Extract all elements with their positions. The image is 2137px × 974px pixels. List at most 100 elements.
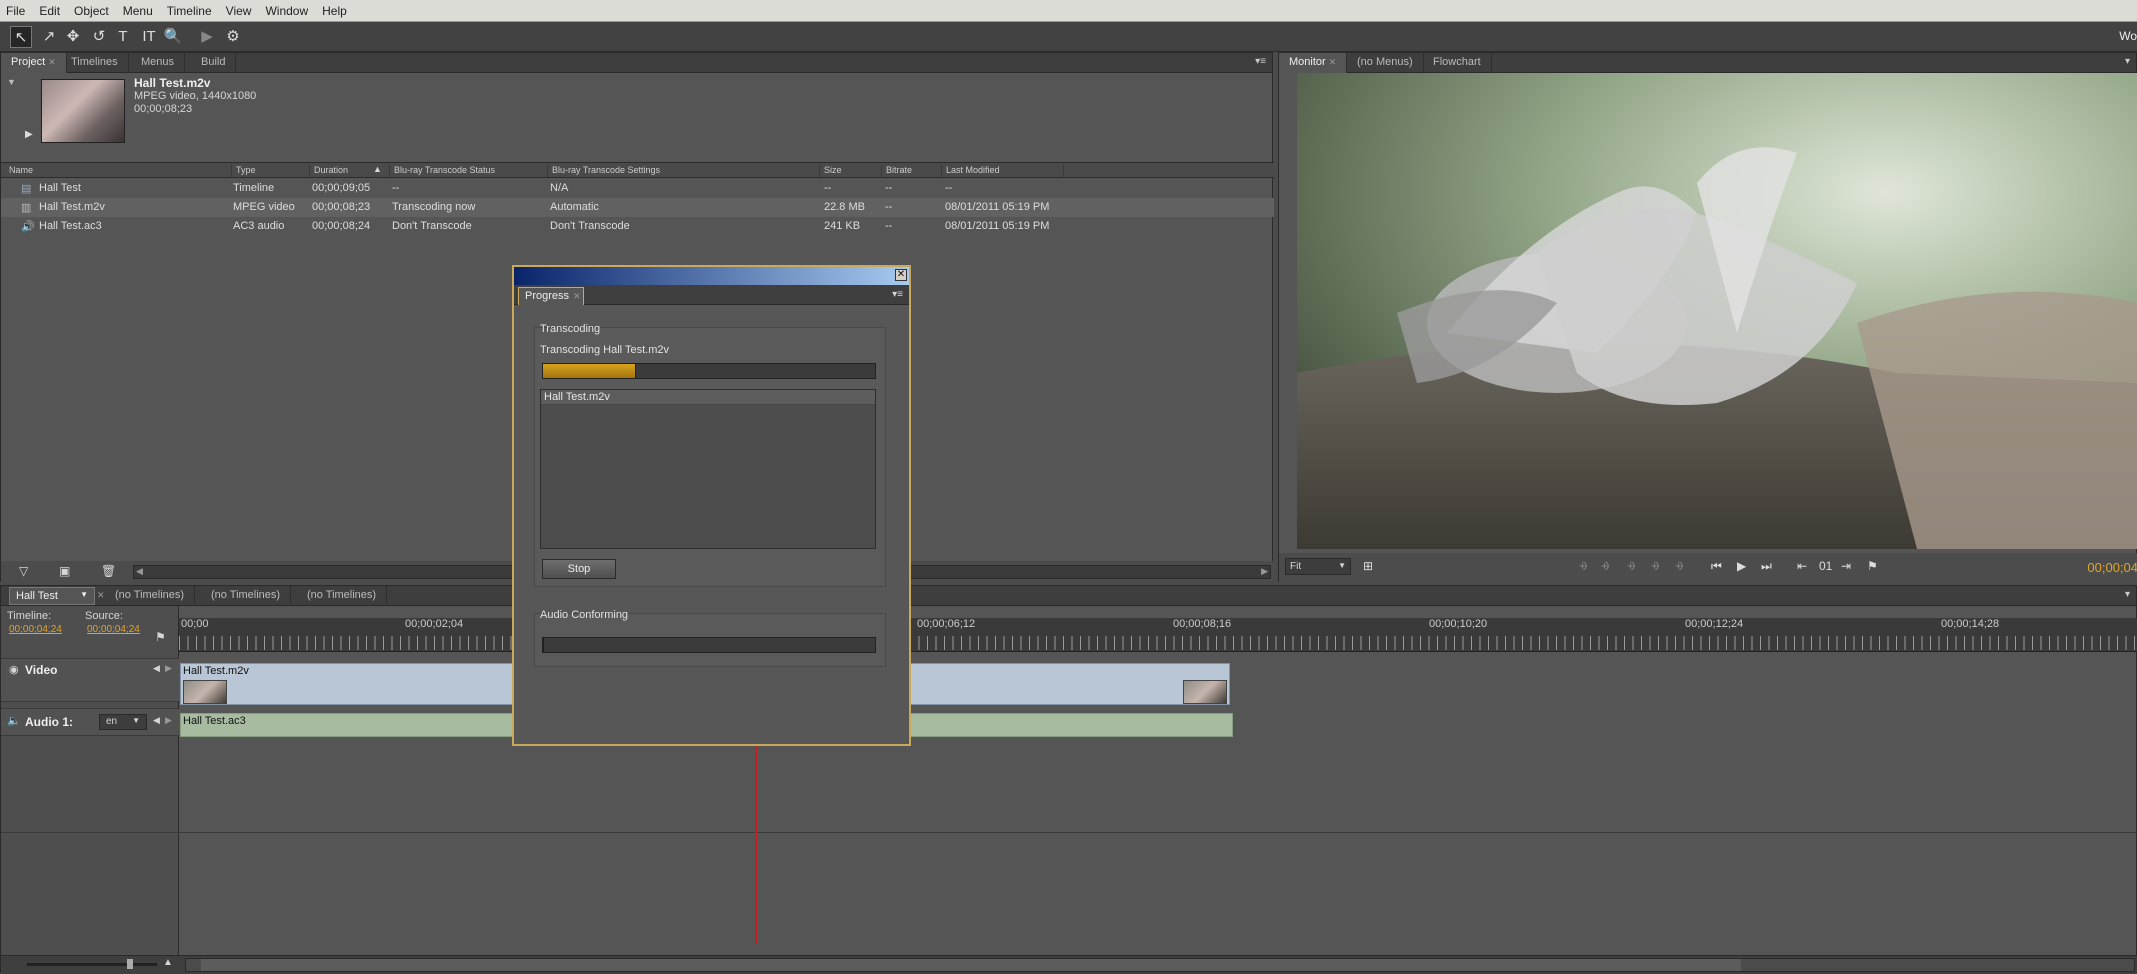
stop-button[interactable]: Stop	[542, 559, 616, 579]
tab-no-menus[interactable]: (no Menus)	[1347, 53, 1424, 73]
zoom-in-icon[interactable]: ▲	[163, 957, 173, 968]
playhead[interactable]	[755, 736, 757, 944]
timeline-icon: ▤	[21, 183, 32, 195]
progress-dialog: ✕ Progress ✕ ▾≡ Transcoding Transcoding H…	[512, 265, 911, 746]
video-clip-label: Hall Test.m2v	[183, 665, 249, 677]
menu-object[interactable]: Object	[68, 0, 117, 18]
close-icon[interactable]: ✕	[895, 269, 907, 281]
panel-menu-icon[interactable]: ▾≡	[1255, 56, 1266, 67]
menu-menu[interactable]: Menu	[117, 0, 161, 18]
monitor-timecode[interactable]: 00;00;04	[2087, 560, 2137, 575]
tab-timelines[interactable]: Timelines	[61, 53, 129, 73]
text-tool-icon[interactable]: T	[112, 26, 134, 48]
time-ruler[interactable]: 00;00 00;00;02;04 00;00;06;12 00;00;08;1…	[179, 618, 2137, 652]
zoom-tool-icon[interactable]: 🔍	[162, 26, 184, 48]
show-links-icon[interactable]: ⚙	[222, 26, 244, 48]
col-type[interactable]: Type	[231, 165, 256, 177]
tab-flowchart[interactable]: Flowchart	[1423, 53, 1492, 73]
table-row[interactable]: 🔊 Hall Test.ac3 AC3 audio 00;00;08;24 Do…	[1, 217, 1274, 236]
speaker-icon[interactable]: 🔈	[7, 714, 21, 727]
close-icon[interactable]: ✕	[1329, 57, 1337, 67]
tab-project[interactable]: Project ✕	[1, 53, 67, 73]
scroll-left-icon[interactable]: ◀	[136, 566, 143, 577]
angle-number: 01	[1819, 559, 1833, 573]
mark-in-icon[interactable]: ⨮	[1579, 559, 1587, 574]
direct-select-tool-icon[interactable]: ↗	[38, 26, 60, 48]
audio-language-select[interactable]: en ▼	[99, 714, 147, 730]
table-row[interactable]: ▥ Hall Test.m2v MPEG video 00;00;08;23 T…	[1, 198, 1274, 217]
dialog-titlebar[interactable]: ✕	[514, 267, 909, 285]
col-bitrate[interactable]: Bitrate	[881, 165, 912, 177]
timeline-scroll-thumb[interactable]	[201, 959, 1741, 971]
tab-progress[interactable]: Progress ✕	[518, 287, 584, 305]
menu-view[interactable]: View	[220, 0, 260, 18]
col-name[interactable]: Name	[5, 165, 33, 177]
table-row[interactable]: ▤ Hall Test Timeline 00;00;09;05 -- N/A …	[1, 179, 1274, 198]
tab-no-timelines-3[interactable]: (no Timelines)	[297, 586, 388, 606]
close-icon[interactable]: ✕	[573, 291, 581, 301]
list-item[interactable]: Hall Test.m2v	[541, 390, 875, 405]
add-marker-icon[interactable]: ⨮	[1675, 559, 1683, 574]
step-back-icon[interactable]: ⏮	[1711, 559, 1722, 574]
timeline-timecode[interactable]: 00;00;04;24	[9, 624, 62, 635]
tab-menus[interactable]: Menus	[131, 53, 186, 73]
panel-menu-icon[interactable]: ▾	[2125, 56, 2130, 67]
rotate-tool-icon[interactable]: ↺	[88, 26, 110, 48]
panel-menu-icon[interactable]: ▾	[2125, 589, 2130, 600]
selection-tool-icon[interactable]: ↖	[10, 26, 32, 48]
eye-icon[interactable]: ◉	[9, 663, 19, 676]
tab-no-timelines-1[interactable]: (no Timelines)	[105, 586, 196, 606]
panel-menu-icon[interactable]: ▾≡	[892, 289, 903, 300]
menu-help[interactable]: Help	[316, 0, 355, 18]
col-size[interactable]: Size	[819, 165, 842, 177]
col-last-modified[interactable]: Last Modified	[941, 165, 1000, 177]
trash-icon[interactable]: 🗑	[101, 564, 116, 578]
zoom-slider-handle[interactable]	[127, 959, 133, 969]
col-transcode-settings[interactable]: Blu-ray Transcode Settings	[547, 165, 660, 177]
scroll-right-icon[interactable]: ▶	[1261, 566, 1268, 577]
tab-no-timelines-2[interactable]: (no Timelines)	[201, 586, 292, 606]
close-icon[interactable]: ✕	[97, 590, 105, 601]
filter-icon[interactable]: ▽	[19, 564, 28, 578]
track-next-icon[interactable]: ▶	[165, 663, 172, 674]
angle-prev-icon[interactable]: ⇤	[1797, 559, 1807, 573]
track-prev-icon[interactable]: ◀	[153, 715, 160, 726]
play-icon[interactable]: ▶	[1737, 559, 1746, 573]
safe-area-icon[interactable]: ⊞	[1363, 559, 1373, 573]
vertical-text-tool-icon[interactable]: IT	[138, 26, 160, 48]
step-forward-icon[interactable]: ⏭	[1761, 559, 1772, 574]
play-thumbnail-icon[interactable]: ▶	[25, 129, 33, 140]
collapse-triangle-icon[interactable]: ▼	[7, 77, 16, 87]
track-prev-icon[interactable]: ◀	[153, 663, 160, 674]
mark-out-icon[interactable]: ⨮	[1601, 559, 1609, 574]
menu-window[interactable]: Window	[259, 0, 316, 18]
transcoding-status: Transcoding Hall Test.m2v	[540, 344, 669, 356]
menu-timeline[interactable]: Timeline	[161, 0, 220, 18]
menu-file[interactable]: File	[0, 0, 33, 18]
angle-next-icon[interactable]: ⇥	[1841, 559, 1851, 573]
col-transcode-status[interactable]: Blu-ray Transcode Status	[389, 165, 495, 177]
add-marker-icon[interactable]: ⚑	[155, 630, 166, 644]
col-duration[interactable]: Duration	[309, 165, 348, 177]
clip-thumbnail	[41, 79, 125, 143]
close-icon[interactable]: ✕	[48, 57, 56, 67]
chapter-next-icon[interactable]: ⨮	[1651, 559, 1659, 574]
ruler-label: 00;00;12;24	[1685, 618, 1744, 630]
zoom-slider[interactable]	[27, 963, 157, 966]
tab-monitor[interactable]: Monitor ✕	[1279, 53, 1348, 73]
tab-build[interactable]: Build	[191, 53, 237, 73]
zoom-fit-select[interactable]: Fit ▼	[1285, 558, 1351, 575]
move-tool-icon[interactable]: ✥	[62, 26, 84, 48]
workspace-label[interactable]: Wo	[2119, 29, 2137, 43]
menu-edit[interactable]: Edit	[33, 0, 68, 18]
set-poster-icon[interactable]: ⚑	[1867, 559, 1878, 573]
file-list[interactable]: Hall Test.m2v	[540, 389, 876, 549]
tab-hall-test[interactable]: Hall Test ▼	[9, 587, 95, 605]
track-next-icon[interactable]: ▶	[165, 715, 172, 726]
chapter-prev-icon[interactable]: ⨮	[1627, 559, 1635, 574]
transcoding-label: Transcoding	[540, 323, 601, 335]
source-timecode[interactable]: 00;00;04;24	[87, 624, 140, 635]
chevron-down-icon: ▼	[1338, 561, 1346, 570]
new-item-icon[interactable]: ▣	[59, 564, 70, 578]
preview-icon[interactable]: ▶	[196, 26, 218, 48]
